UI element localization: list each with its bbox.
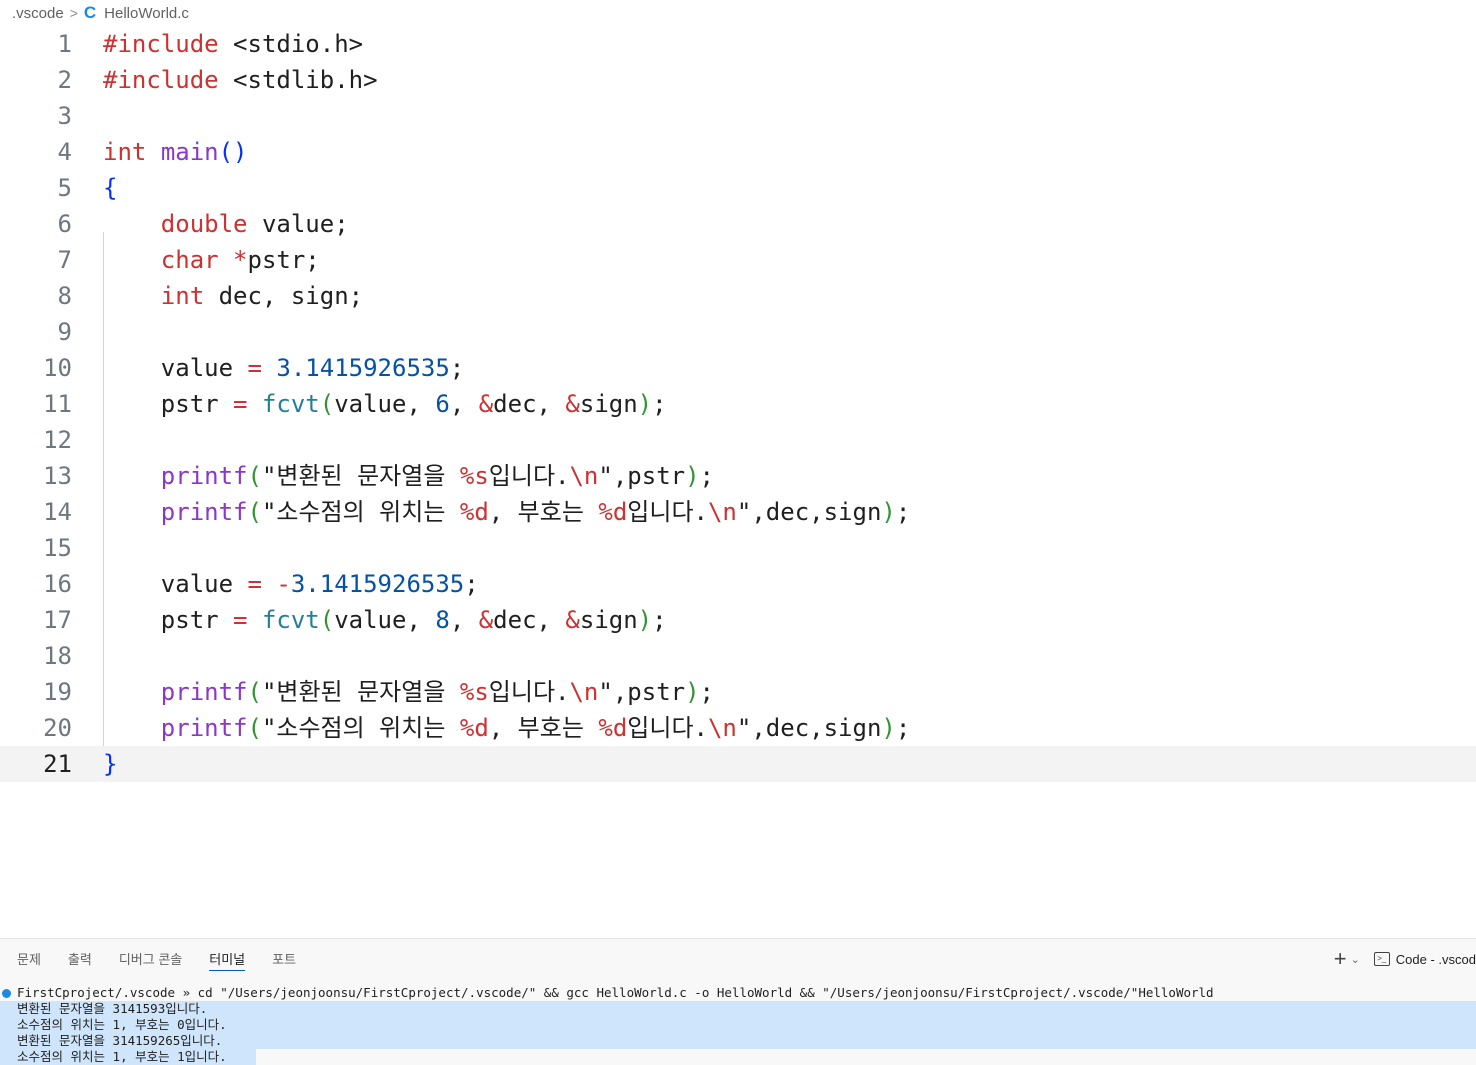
code-line[interactable]: 7 char *pstr;: [0, 242, 1476, 278]
line-number: 12: [43, 426, 72, 454]
breadcrumb-folder[interactable]: .vscode: [12, 5, 64, 22]
tab-debug-console[interactable]: 디버그 콘솔: [119, 939, 182, 979]
line-number: 14: [43, 498, 72, 526]
tab-problems[interactable]: 문제: [17, 939, 41, 979]
line-number: 10: [43, 354, 72, 382]
tab-ports[interactable]: 포트: [272, 939, 296, 979]
line-number: 6: [57, 210, 72, 238]
terminal-line: 변환된 문자열을 3141593입니다.: [0, 1001, 1476, 1017]
code-line[interactable]: 2 #include <stdlib.h>: [0, 62, 1476, 98]
chevron-down-icon[interactable]: ⌄: [1351, 953, 1360, 966]
line-number: 8: [57, 282, 72, 310]
terminal-line: 변환된 문자열을 314159265입니다.: [0, 1033, 1476, 1049]
terminal-line: 소수점의 위치는 1, 부호는 1입니다.: [0, 1049, 1476, 1065]
line-number: 16: [43, 570, 72, 598]
code-line[interactable]: 10 value = 3.1415926535;: [0, 350, 1476, 386]
tab-terminal[interactable]: 터미널: [209, 939, 245, 979]
line-number: 5: [57, 174, 72, 202]
code-line[interactable]: 9: [0, 314, 1476, 350]
code-line[interactable]: 3: [0, 98, 1476, 134]
line-number: 21: [43, 750, 72, 778]
code-line[interactable]: 20 printf("소수점의 위치는 %d, 부호는 %d입니다.\n",de…: [0, 710, 1476, 746]
code-line[interactable]: 5{: [0, 170, 1476, 206]
code-line[interactable]: 8 int dec, sign;: [0, 278, 1476, 314]
line-number: 17: [43, 606, 72, 634]
code-line[interactable]: 11 pstr = fcvt(value, 6, &dec, &sign);: [0, 386, 1476, 422]
breadcrumb-file[interactable]: HelloWorld.c: [104, 5, 189, 22]
code-line[interactable]: 14 printf("소수점의 위치는 %d, 부호는 %d입니다.\n",de…: [0, 494, 1476, 530]
line-number: 1: [57, 30, 72, 58]
code-line[interactable]: 13 printf("변환된 문자열을 %s입니다.\n",pstr);: [0, 458, 1476, 494]
terminal-icon: >_: [1373, 952, 1390, 966]
line-number: 7: [57, 246, 72, 274]
code-editor[interactable]: 1 #include <stdio.h> 2 #include <stdlib.h>…: [0, 26, 1476, 938]
code-line[interactable]: 6 double value;: [0, 206, 1476, 242]
terminal-name[interactable]: Code - .vscod: [1396, 952, 1476, 967]
line-number: 18: [43, 642, 72, 670]
terminal-line: FirstCproject/.vscode » cd "/Users/jeonj…: [0, 985, 1476, 1001]
code-line-current[interactable]: 21}: [0, 746, 1476, 782]
code-line[interactable]: 15: [0, 530, 1476, 566]
code-line[interactable]: 17 pstr = fcvt(value, 8, &dec, &sign);: [0, 602, 1476, 638]
line-number: 15: [43, 534, 72, 562]
add-terminal-button[interactable]: +: [1334, 946, 1347, 972]
bottom-panel: 문제 출력 디버그 콘솔 터미널 포트 + ⌄ >_ Code - .vscod…: [0, 938, 1476, 1065]
c-file-icon: C: [83, 3, 97, 22]
code-line[interactable]: 19 printf("변환된 문자열을 %s입니다.\n",pstr);: [0, 674, 1476, 710]
line-number: 20: [43, 714, 72, 742]
code-line[interactable]: 16 value = -3.1415926535;: [0, 566, 1476, 602]
tab-output[interactable]: 출력: [68, 939, 92, 979]
breadcrumb-separator: >: [69, 5, 78, 21]
line-number: 13: [43, 462, 72, 490]
line-number: 2: [57, 66, 72, 94]
line-number: 9: [57, 318, 72, 346]
command-status-dot-icon[interactable]: [2, 989, 11, 998]
code-line[interactable]: 18: [0, 638, 1476, 674]
panel-actions: + ⌄ >_ Code - .vscod: [1334, 939, 1476, 979]
code-line[interactable]: 4 int main(): [0, 134, 1476, 170]
line-number: 4: [57, 138, 72, 166]
code-line[interactable]: 12: [0, 422, 1476, 458]
code-line[interactable]: 1 #include <stdio.h>: [0, 26, 1476, 62]
line-number: 19: [43, 678, 72, 706]
panel-tabs: 문제 출력 디버그 콘솔 터미널 포트: [0, 939, 323, 979]
terminal-line: 소수점의 위치는 1, 부호는 0입니다.: [0, 1017, 1476, 1033]
breadcrumb: .vscode > C HelloWorld.c: [0, 0, 1476, 26]
line-number: 11: [43, 390, 72, 418]
line-number: 3: [57, 102, 72, 130]
terminal-output[interactable]: FirstCproject/.vscode » cd "/Users/jeonj…: [0, 985, 1476, 1065]
